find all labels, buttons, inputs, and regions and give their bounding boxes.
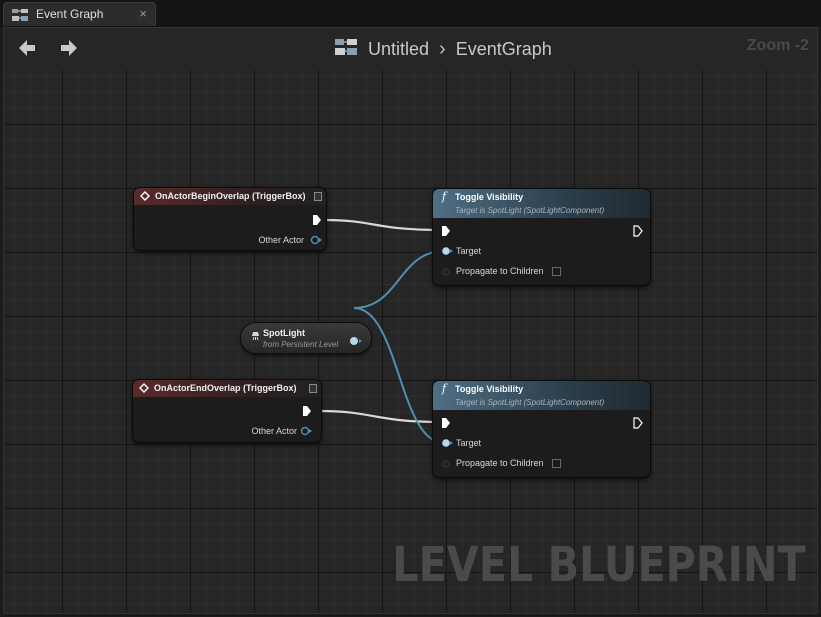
function-node-title: Toggle Visibility — [455, 192, 524, 202]
level-blueprint-watermark: LEVEL BLUEPRINT — [392, 537, 806, 593]
blueprint-graph-icon — [12, 8, 28, 27]
breadcrumb-separator: › — [439, 37, 446, 60]
variable-node-subtitle: from Persistent Level — [263, 340, 339, 349]
event-diamond-icon — [139, 383, 149, 395]
tab-event-graph[interactable]: Event Graph × — [3, 2, 156, 26]
event-node-end-overlap[interactable]: OnActorEndOverlap (TriggerBox) Other Act… — [133, 380, 321, 442]
breadcrumb-current[interactable]: EventGraph — [456, 39, 552, 60]
bool-in-pin[interactable] — [442, 267, 452, 279]
exec-out-pin[interactable] — [312, 214, 322, 228]
event-node-begin-overlap[interactable]: OnActorBeginOverlap (TriggerBox) Other A… — [134, 188, 326, 250]
tab-label: Event Graph — [36, 7, 104, 21]
forward-arrow-icon[interactable] — [59, 38, 79, 63]
function-node-header: f Toggle Visibility Target is SpotLight … — [433, 381, 650, 410]
exec-in-pin[interactable] — [441, 225, 451, 239]
event-node-header: OnActorBeginOverlap (TriggerBox) — [134, 188, 326, 205]
pin-label-other-actor: Other Actor — [258, 235, 304, 245]
graph-header: Untitled › EventGraph Zoom -2 — [4, 28, 817, 71]
function-node-toggle-visibility-1[interactable]: f Toggle Visibility Target is SpotLight … — [433, 189, 650, 285]
pin-label-other-actor: Other Actor — [251, 426, 297, 436]
exec-wire-end — [319, 409, 443, 424]
event-node-title: OnActorBeginOverlap (TriggerBox) — [155, 191, 306, 201]
back-arrow-icon[interactable] — [17, 38, 37, 63]
object-out-pin[interactable] — [310, 235, 322, 247]
variable-node-spotlight[interactable]: SpotLight from Persistent Level — [241, 323, 371, 353]
function-node-title: Toggle Visibility — [455, 384, 524, 394]
exec-out-pin[interactable] — [633, 417, 643, 431]
breadcrumb: Untitled › EventGraph — [334, 36, 552, 62]
exec-wire-begin — [324, 218, 443, 232]
function-node-subtitle: Target is SpotLight (SpotLightComponent) — [455, 398, 605, 407]
pin-label-propagate: Propagate to Children — [456, 458, 544, 468]
propagate-checkbox[interactable] — [552, 267, 561, 276]
function-node-header: f Toggle Visibility Target is SpotLight … — [433, 189, 650, 218]
object-in-pin[interactable] — [441, 246, 453, 258]
propagate-checkbox[interactable] — [552, 459, 561, 468]
pin-label-target: Target — [456, 438, 482, 448]
pin-label-target: Target — [456, 246, 482, 256]
graph-canvas[interactable]: OnActorBeginOverlap (TriggerBox) Other A… — [4, 70, 817, 613]
graph-editor: Untitled › EventGraph Zoom -2 OnActorBeg… — [3, 27, 818, 614]
pin-label-propagate: Propagate to Children — [456, 266, 544, 276]
bool-in-pin[interactable] — [442, 459, 452, 471]
wires-layer — [319, 218, 445, 444]
breadcrumb-root[interactable]: Untitled — [368, 39, 429, 60]
variable-node-title: SpotLight — [263, 328, 305, 338]
function-icon: f — [442, 190, 447, 203]
object-out-pin[interactable] — [300, 426, 312, 438]
function-icon: f — [442, 382, 447, 395]
spotlight-icon — [251, 328, 260, 346]
object-in-pin[interactable] — [441, 438, 453, 450]
event-diamond-icon — [140, 191, 150, 203]
event-node-header: OnActorEndOverlap (TriggerBox) — [133, 380, 321, 397]
object-out-pin[interactable] — [349, 333, 363, 351]
delegate-pin[interactable] — [314, 192, 322, 201]
blueprint-graph-icon — [334, 37, 358, 62]
zoom-level: Zoom -2 — [746, 37, 809, 54]
object-wire-target-1 — [353, 250, 445, 309]
delegate-pin[interactable] — [309, 384, 317, 393]
exec-out-pin[interactable] — [633, 225, 643, 239]
close-icon[interactable]: × — [139, 6, 147, 21]
exec-out-pin[interactable] — [302, 405, 312, 419]
function-node-toggle-visibility-2[interactable]: f Toggle Visibility Target is SpotLight … — [433, 381, 650, 477]
function-node-subtitle: Target is SpotLight (SpotLightComponent) — [455, 206, 605, 215]
exec-in-pin[interactable] — [441, 417, 451, 431]
event-node-title: OnActorEndOverlap (TriggerBox) — [154, 383, 297, 393]
tab-bar: Event Graph × — [0, 0, 821, 27]
